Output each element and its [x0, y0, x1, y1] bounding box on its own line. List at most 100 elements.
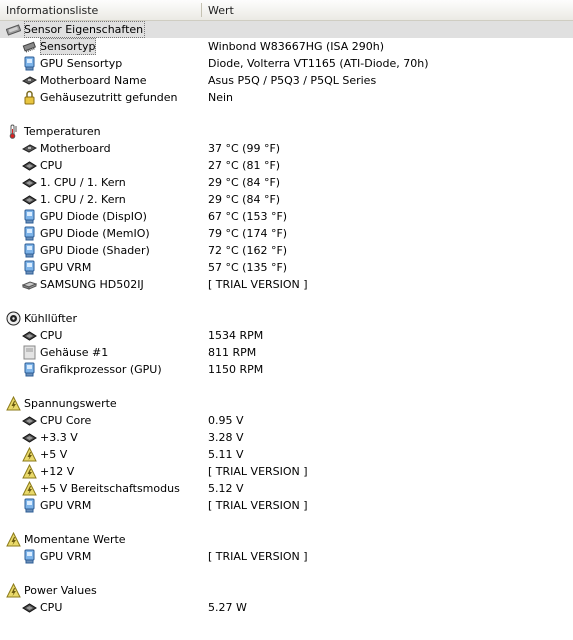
list-item[interactable]: SAMSUNG HD502IJ [ TRIAL VERSION ] [0, 276, 573, 293]
item-label: Sensortyp [40, 38, 96, 55]
item-label: GPU VRM [40, 499, 92, 512]
item-label: +12 V [40, 465, 75, 478]
cpu-icon [22, 175, 37, 190]
voltage-icon [22, 447, 37, 462]
list-item[interactable]: Motherboard 37 °C (99 °F) [0, 140, 573, 157]
list-item[interactable]: 1. CPU / 2. Kern 29 °C (84 °F) [0, 191, 573, 208]
item-label: Motherboard Name [40, 74, 147, 87]
item-value: Winbond W83667HG (ISA 290h) [208, 40, 384, 53]
column-header-name[interactable]: Informationsliste [0, 0, 201, 20]
item-label: Sensor Eigenschaften [24, 21, 146, 38]
group-row[interactable]: Temperaturen [0, 123, 573, 140]
column-header: Informationsliste Wert [0, 0, 573, 21]
item-label: GPU Diode (Shader) [40, 244, 150, 257]
item-label: CPU [40, 601, 63, 614]
sensor-chip-icon [6, 22, 21, 37]
column-header-value[interactable]: Wert [202, 0, 568, 20]
chip-icon [22, 39, 37, 54]
list-item[interactable]: CPU 27 °C (81 °F) [0, 157, 573, 174]
item-value: 5.11 V [208, 448, 244, 461]
list-item[interactable]: GPU VRM [ TRIAL VERSION ] [0, 548, 573, 565]
item-value: Diode, Volterra VT1165 (ATI-Diode, 70h) [208, 57, 429, 70]
gpu-icon [22, 498, 37, 513]
item-label: 1. CPU / 1. Kern [40, 176, 126, 189]
list-item[interactable]: Grafikprozessor (GPU) 1150 RPM [0, 361, 573, 378]
item-value: 57 °C (135 °F) [208, 261, 288, 274]
harddisk-icon [22, 277, 37, 292]
list-item[interactable]: GPU VRM 57 °C (135 °F) [0, 259, 573, 276]
voltage-icon [6, 583, 21, 598]
gpu-icon [22, 226, 37, 241]
item-label: Gehäuse #1 [40, 346, 109, 359]
list-item[interactable]: Gehäusezutritt gefunden Nein [0, 89, 573, 106]
item-value: Nein [208, 91, 234, 104]
voltage-icon [22, 464, 37, 479]
list-item[interactable]: CPU Core 0.95 V [0, 412, 573, 429]
item-label: Spannungswerte [24, 397, 117, 410]
item-label: +5 V Bereitschaftsmodus [40, 482, 180, 495]
voltage-icon [6, 532, 21, 547]
cpu-icon [22, 158, 37, 173]
item-value: 5.27 W [208, 601, 247, 614]
item-label: GPU Diode (MemIO) [40, 227, 150, 240]
cpu-icon [22, 328, 37, 343]
item-value: 5.12 V [208, 482, 244, 495]
group-row[interactable]: Spannungswerte [0, 395, 573, 412]
item-value: 811 RPM [208, 346, 257, 359]
group-row[interactable]: Kühllüfter [0, 310, 573, 327]
item-label: Grafikprozessor (GPU) [40, 363, 162, 376]
list-item[interactable]: GPU Diode (MemIO) 79 °C (174 °F) [0, 225, 573, 242]
item-value: [ TRIAL VERSION ] [208, 550, 308, 563]
item-value: 0.95 V [208, 414, 244, 427]
motherboard-icon [22, 141, 37, 156]
item-label: 1. CPU / 2. Kern [40, 193, 126, 206]
item-value: 1150 RPM [208, 363, 264, 376]
item-label: Temperaturen [24, 125, 101, 138]
list-item[interactable]: Sensortyp Winbond W83667HG (ISA 290h) [0, 38, 573, 55]
item-value: 72 °C (162 °F) [208, 244, 288, 257]
item-label: GPU Diode (DispIO) [40, 210, 147, 223]
cpu-icon [22, 600, 37, 615]
item-label: GPU Sensortyp [40, 57, 123, 70]
item-value: 3.28 V [208, 431, 244, 444]
list-item[interactable]: Motherboard Name Asus P5Q / P5Q3 / P5QL S… [0, 72, 573, 89]
list-item[interactable]: GPU Diode (DispIO) 67 °C (153 °F) [0, 208, 573, 225]
motherboard-icon [22, 73, 37, 88]
item-label: SAMSUNG HD502IJ [40, 278, 144, 291]
item-label: CPU [40, 159, 63, 172]
list-item[interactable]: 1. CPU / 1. Kern 29 °C (84 °F) [0, 174, 573, 191]
item-value: [ TRIAL VERSION ] [208, 465, 308, 478]
gpu-icon [22, 260, 37, 275]
item-label: Motherboard [40, 142, 111, 155]
cpu-icon [22, 192, 37, 207]
list-item[interactable]: CPU 5.27 W [0, 599, 573, 616]
list-item[interactable]: +12 V [ TRIAL VERSION ] [0, 463, 573, 480]
item-label: CPU Core [40, 414, 92, 427]
list-item[interactable]: Gehäuse #1 811 RPM [0, 344, 573, 361]
item-label: Power Values [24, 584, 97, 597]
item-label: Gehäusezutritt gefunden [40, 91, 178, 104]
cpu-icon [22, 430, 37, 445]
item-value: 29 °C (84 °F) [208, 176, 281, 189]
case-icon [22, 345, 37, 360]
group-row[interactable]: Momentane Werte [0, 531, 573, 548]
item-value: 67 °C (153 °F) [208, 210, 288, 223]
list-item[interactable]: GPU VRM [ TRIAL VERSION ] [0, 497, 573, 514]
item-value: 27 °C (81 °F) [208, 159, 281, 172]
gpu-icon [22, 243, 37, 258]
list-item[interactable]: +5 V 5.11 V [0, 446, 573, 463]
list-item[interactable]: GPU Sensortyp Diode, Volterra VT1165 (ATI… [0, 55, 573, 72]
item-label: Kühllüfter [24, 312, 77, 325]
list-item[interactable]: GPU Diode (Shader) 72 °C (162 °F) [0, 242, 573, 259]
list-item[interactable]: +3.3 V 3.28 V [0, 429, 573, 446]
item-label: Momentane Werte [24, 533, 126, 546]
group-row[interactable]: Sensor Eigenschaften [0, 21, 573, 38]
gpu-icon [22, 549, 37, 564]
group-row[interactable]: Power Values [0, 582, 573, 599]
item-value: 1534 RPM [208, 329, 264, 342]
cpu-icon [22, 413, 37, 428]
item-value: 37 °C (99 °F) [208, 142, 281, 155]
list-item[interactable]: +5 V Bereitschaftsmodus 5.12 V [0, 480, 573, 497]
list-item[interactable]: CPU 1534 RPM [0, 327, 573, 344]
lock-icon [22, 90, 37, 105]
